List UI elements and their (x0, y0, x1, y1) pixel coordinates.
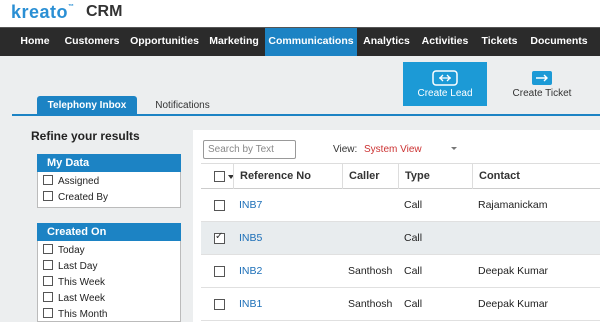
col-caller[interactable]: Caller (342, 164, 398, 189)
row-checkbox[interactable] (214, 266, 225, 277)
chevron-down-icon[interactable] (451, 147, 457, 150)
facet-my-data-header[interactable]: My Data (37, 154, 181, 172)
create-ticket-icon (531, 70, 553, 89)
table-row[interactable]: INB1 Santhosh Call Deepak Kumar (201, 288, 600, 321)
filter-today[interactable]: Today (43, 244, 85, 258)
caller-cell: Santhosh (348, 265, 393, 277)
filter-last-week[interactable]: Last Week (43, 292, 105, 306)
nav-opportunities[interactable]: Opportunities (126, 28, 203, 56)
contact-cell: Deepak Kumar (478, 298, 549, 310)
filter-last-day[interactable]: Last Day (43, 260, 97, 274)
checkbox[interactable] (43, 276, 53, 286)
facet-created-on-header[interactable]: Created On (37, 223, 181, 241)
col-contact[interactable]: Contact (472, 164, 600, 189)
contact-cell (472, 222, 478, 254)
create-lead-icon (432, 70, 458, 89)
view-label: View: (333, 144, 358, 155)
table-row[interactable]: INB7 Call Rajamanickam (201, 189, 600, 222)
row-checkbox[interactable] (214, 231, 225, 244)
nav-communications[interactable]: Communications (265, 28, 357, 58)
col-type[interactable]: Type (398, 164, 472, 189)
reference-link[interactable]: INB2 (233, 255, 262, 287)
row-checkbox[interactable] (214, 200, 225, 211)
row-checkbox[interactable] (214, 299, 225, 310)
nav-analytics[interactable]: Analytics (357, 28, 416, 56)
search-input[interactable]: Search by Text (203, 140, 296, 159)
reference-link[interactable]: INB7 (233, 189, 262, 221)
type-cell: Call (404, 265, 423, 277)
create-lead-button[interactable]: Create Lead (403, 62, 487, 106)
filter-assigned[interactable]: Assigned (43, 175, 99, 189)
caller-cell (342, 222, 348, 254)
checkbox[interactable] (43, 260, 53, 270)
create-ticket-button[interactable]: Create Ticket (500, 62, 584, 106)
filter-this-month[interactable]: This Month (43, 308, 107, 322)
filter-this-week[interactable]: This Week (43, 276, 105, 290)
tab-telephony-inbox[interactable]: Telephony Inbox (37, 96, 137, 116)
checkbox[interactable] (43, 308, 53, 318)
refine-title: Refine your results (31, 129, 140, 143)
checkbox[interactable] (43, 292, 53, 302)
caller-cell (342, 189, 348, 221)
table-row[interactable]: INB5 Call (201, 222, 600, 255)
filter-created-by[interactable]: Created By (43, 191, 108, 205)
nav-customers[interactable]: Customers (58, 28, 126, 56)
nav-home[interactable]: Home (12, 28, 58, 56)
tab-underline (12, 114, 600, 116)
checkbox[interactable] (43, 244, 53, 254)
type-cell: Call (404, 232, 423, 244)
select-all-checkbox[interactable] (214, 171, 225, 182)
kreato-logo[interactable]: kreato™ (11, 2, 75, 23)
product-name: CRM (86, 3, 123, 20)
app-header: kreato™ CRM (0, 0, 600, 27)
contact-cell: Rajamanickam (478, 199, 548, 211)
type-cell: Call (404, 199, 423, 211)
nav-tickets[interactable]: Tickets (474, 28, 525, 56)
nav-documents[interactable]: Documents (525, 28, 593, 56)
tab-notifications[interactable]: Notifications (145, 96, 220, 116)
caller-cell: Santhosh (348, 298, 393, 310)
checkbox[interactable] (43, 175, 53, 185)
table-header: Reference No Caller Type Contact (201, 163, 600, 189)
reference-link[interactable]: INB1 (233, 288, 262, 320)
reference-link[interactable]: INB5 (233, 222, 262, 254)
table-row[interactable]: INB2 Santhosh Call Deepak Kumar (201, 255, 600, 288)
view-select[interactable]: System View (364, 144, 422, 155)
type-cell: Call (404, 298, 423, 310)
main-nav: Home Customers Opportunities Marketing C… (0, 27, 600, 58)
contact-cell: Deepak Kumar (478, 265, 549, 277)
checkbox[interactable] (43, 191, 53, 201)
col-reference-no[interactable]: Reference No (233, 164, 342, 189)
nav-activities[interactable]: Activities (416, 28, 474, 56)
nav-marketing[interactable]: Marketing (203, 28, 265, 56)
